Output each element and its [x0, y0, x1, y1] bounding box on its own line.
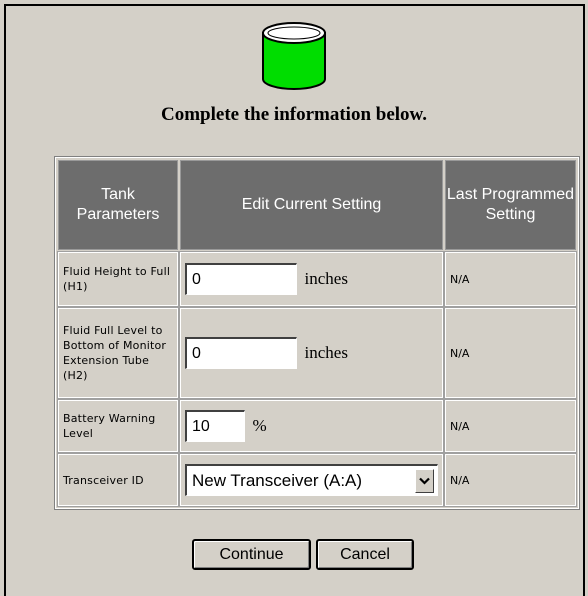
tank-icon: [262, 22, 326, 90]
unit-label: inches: [304, 343, 348, 362]
table-row: Transceiver ID New Transceiver (A:A) N/A: [57, 453, 577, 507]
unit-label: %: [252, 416, 267, 435]
last-setting-value: N/A: [444, 307, 577, 399]
row-label: Fluid Full Level to Bottom of Monitor Ex…: [57, 307, 179, 399]
battery-warning-input[interactable]: [185, 410, 245, 442]
extension-tube-input[interactable]: [185, 337, 297, 369]
last-setting-value: N/A: [444, 251, 577, 307]
transceiver-id-select[interactable]: New Transceiver (A:A): [185, 464, 438, 496]
table-row: Fluid Height to Full (H1) inches N/A: [57, 251, 577, 307]
last-setting-value: N/A: [444, 453, 577, 507]
edit-cell: inches: [179, 307, 444, 399]
edit-cell: New Transceiver (A:A): [179, 453, 444, 507]
page-heading: Complete the information below.: [161, 104, 427, 125]
header-tank-parameters: Tank Parameters: [58, 160, 178, 250]
edit-cell: inches: [179, 251, 444, 307]
row-label: Fluid Height to Full (H1): [57, 251, 179, 307]
row-label: Battery Warning Level: [57, 399, 179, 453]
dropdown-arrow-button[interactable]: [415, 468, 434, 493]
cancel-button[interactable]: Cancel: [316, 539, 414, 570]
last-setting-value: N/A: [444, 399, 577, 453]
battery-warning-label: Battery Warning Level: [63, 412, 156, 440]
header-edit-current-setting: Edit Current Setting: [180, 160, 443, 250]
tank-parameters-table: Tank Parameters Edit Current Setting Las…: [54, 156, 580, 510]
row-label: Transceiver ID: [57, 453, 179, 507]
table-row: Fluid Full Level to Bottom of Monitor Ex…: [57, 307, 577, 399]
edit-cell: %: [179, 399, 444, 453]
transceiver-selected-value: New Transceiver (A:A): [192, 470, 363, 490]
fluid-full-level-label: Fluid Full Level to Bottom of Monitor Ex…: [63, 324, 167, 382]
header-last-programmed-setting: Last Programmed Setting: [445, 160, 576, 250]
table-row: Battery Warning Level % N/A: [57, 399, 577, 453]
chevron-down-icon: [419, 477, 430, 485]
unit-label: inches: [304, 269, 348, 288]
fluid-height-input[interactable]: [185, 263, 297, 295]
table-header-row: Tank Parameters Edit Current Setting Las…: [58, 160, 576, 250]
transceiver-id-label: Transceiver ID: [63, 473, 144, 487]
fluid-height-label: Fluid Height to Full (H1): [63, 265, 171, 293]
continue-button[interactable]: Continue: [192, 539, 311, 570]
